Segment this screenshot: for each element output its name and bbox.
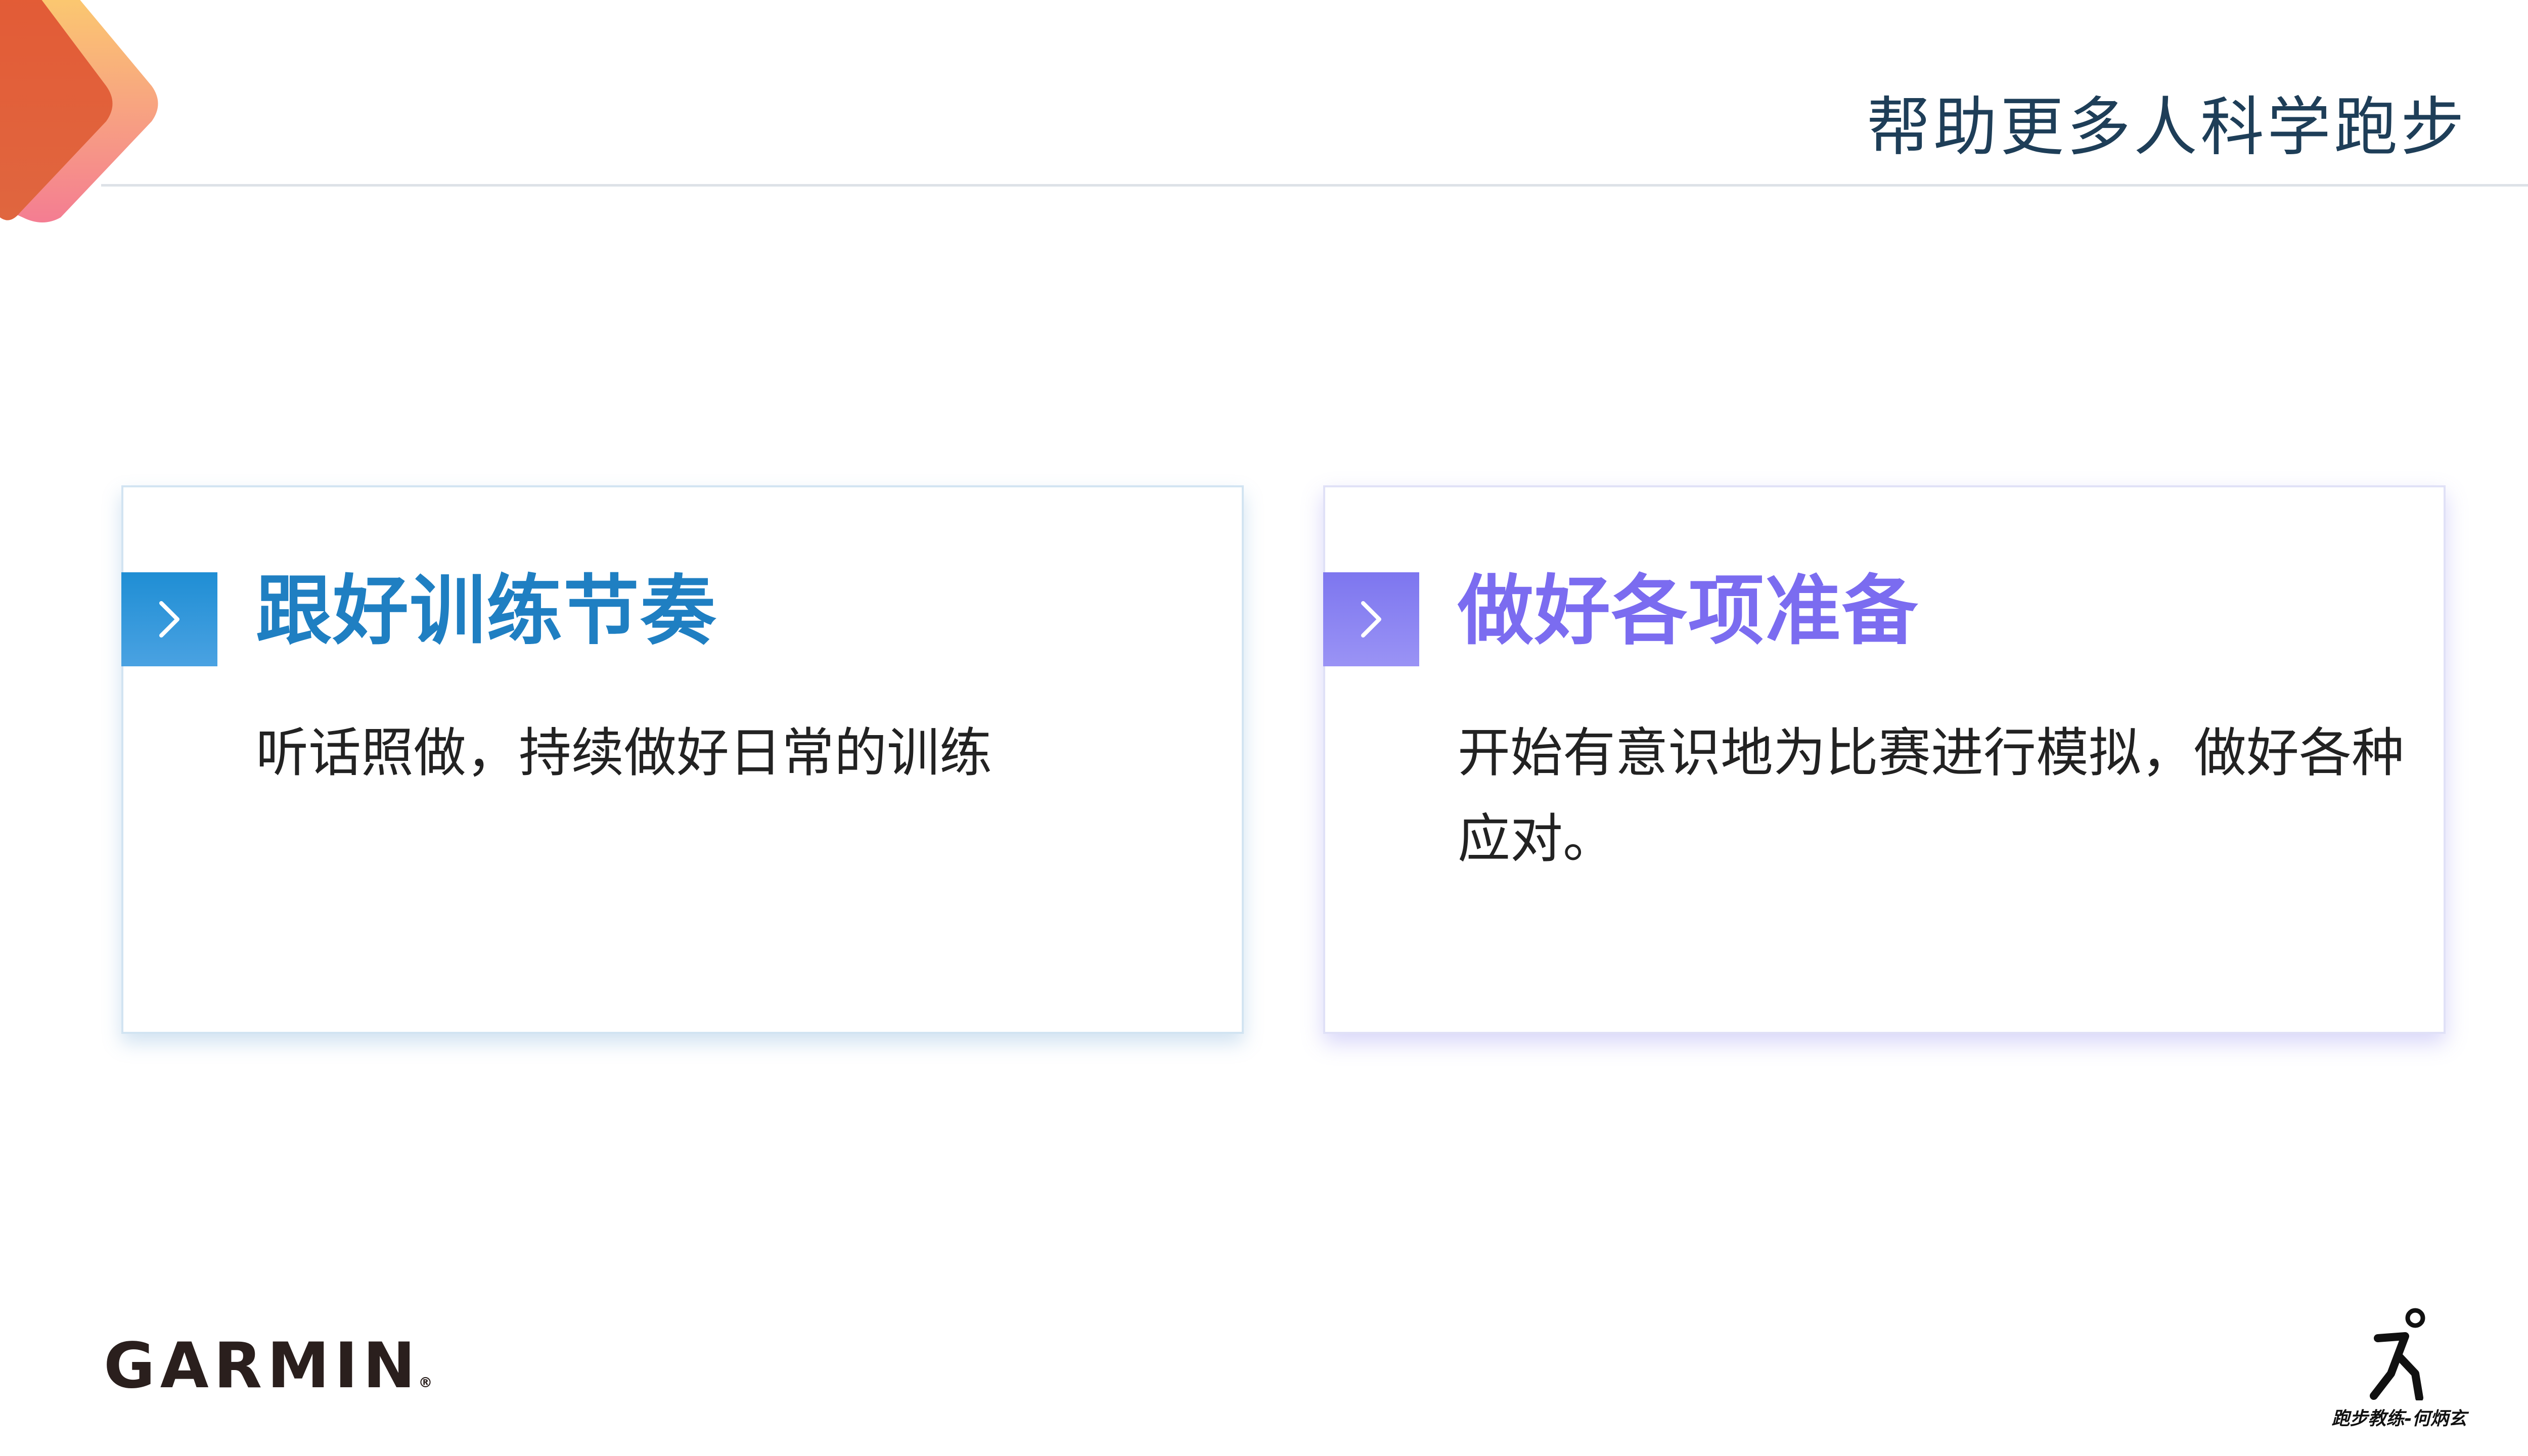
page-title: 帮助更多人科学跑步 [1867,90,2467,164]
runner-icon [2370,1308,2425,1400]
corner-decoration [0,0,158,222]
garmin-logo-text: GARMIN [104,1330,421,1402]
chevron-right-icon [159,601,179,638]
card-body: 开始有意识地为比赛进行模拟，做好各种应对。 [1458,722,2405,870]
chevron-right-icon [1361,601,1381,638]
card-training-rhythm: 跟好训练节奏 听话照做，持续做好日常的训练 [121,485,1244,1034]
coach-caption: 跑步教练-何炳玄 [2331,1408,2467,1429]
card-body: 听话照做，持续做好日常的训练 [256,722,992,784]
coach-logo: 跑步教练-何炳玄 [2326,1307,2472,1433]
registered-mark: ® [418,1374,433,1391]
card-title: 跟好训练节奏 [256,567,717,655]
card-preparation: 做好各项准备 开始有意识地为比赛进行模拟，做好各种应对。 [1323,485,2446,1034]
header-divider [101,184,2528,187]
garmin-logo: GARMIN® [104,1335,433,1397]
card-marker [1323,572,1419,666]
card-title: 做好各项准备 [1458,567,1919,655]
card-marker [121,572,217,666]
